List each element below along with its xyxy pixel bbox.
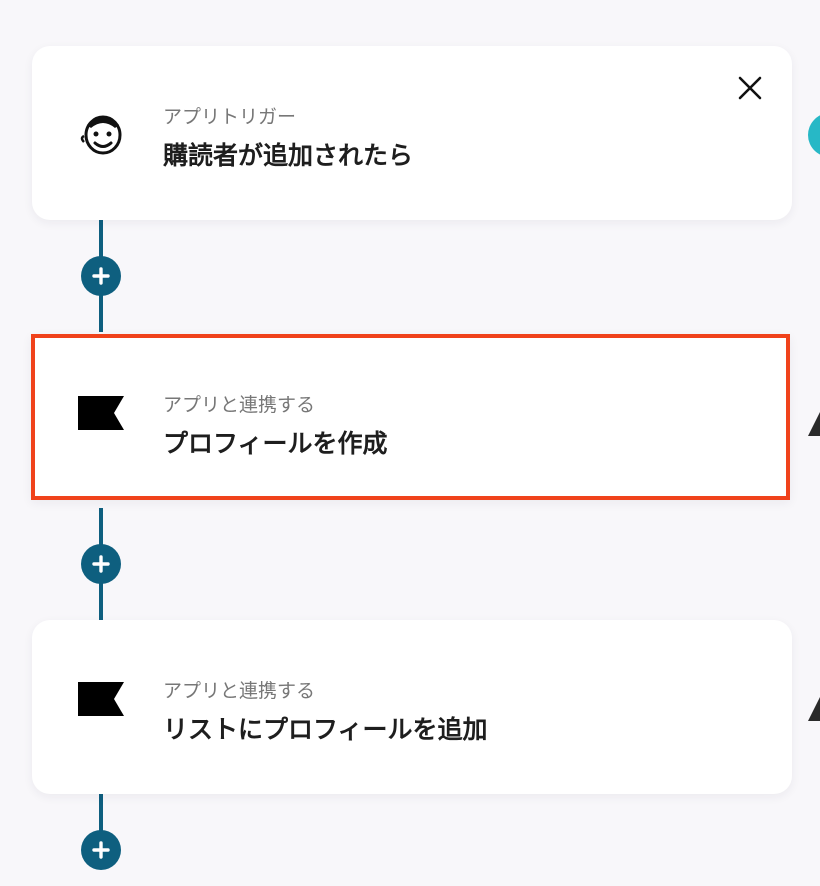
add-step-button[interactable] — [81, 544, 121, 584]
step-title: プロフィールを作成 — [163, 429, 388, 458]
plus-icon — [92, 267, 110, 285]
side-panel-badge[interactable] — [808, 113, 820, 157]
connector-line — [99, 793, 103, 833]
step-type-label: アプリと連携する — [163, 680, 316, 702]
klaviyo-flag-icon — [78, 682, 124, 716]
step-title: 購読者が追加されたら — [163, 141, 414, 170]
step-title: リストにプロフィールを追加 — [163, 715, 488, 744]
action-step-card-selected[interactable]: アプリと連携する プロフィールを作成 — [31, 334, 790, 500]
trigger-step-card[interactable]: アプリトリガー 購読者が追加されたら — [32, 46, 792, 220]
warning-icon — [808, 412, 820, 436]
add-step-button[interactable] — [81, 256, 121, 296]
klaviyo-flag-icon — [78, 396, 124, 430]
mailchimp-icon — [80, 115, 122, 155]
add-step-button[interactable] — [81, 830, 121, 870]
action-step-card[interactable]: アプリと連携する リストにプロフィールを追加 — [32, 620, 792, 794]
plus-icon — [92, 841, 110, 859]
close-icon[interactable] — [730, 68, 770, 108]
warning-icon — [808, 697, 820, 721]
step-type-label: アプリと連携する — [163, 394, 316, 416]
plus-icon — [92, 555, 110, 573]
step-type-label: アプリトリガー — [163, 106, 297, 128]
